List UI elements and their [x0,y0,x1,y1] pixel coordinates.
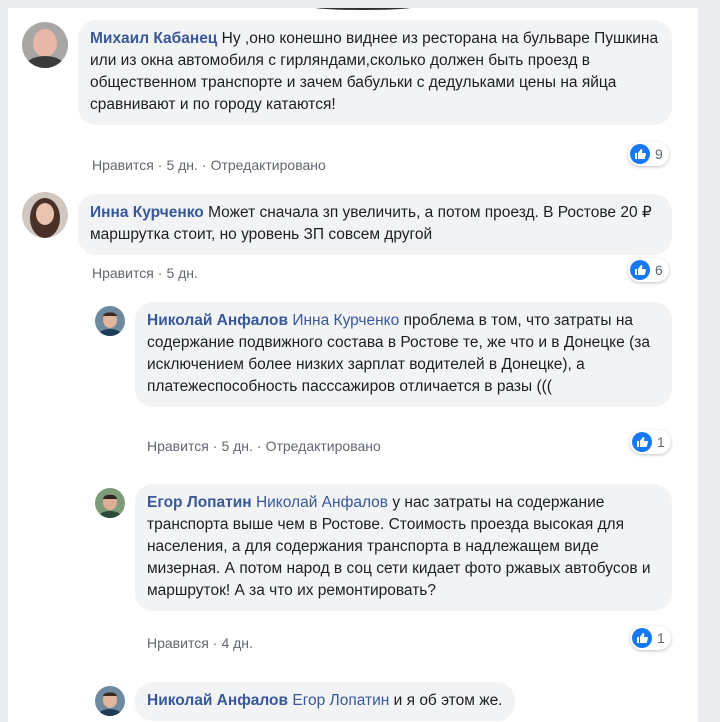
avatar[interactable] [95,306,125,336]
thumbs-up-icon [630,260,650,280]
comment-text: и я об этом же. [389,692,503,709]
edited-label: Отредактировано [265,438,381,454]
thumbs-up-icon [632,628,652,648]
comment-actions: Нравится · 5 дн. [92,265,198,281]
comment-bubble: Егор Лопатин Николай Анфалов у нас затра… [135,484,672,611]
comment-bubble: Николай Анфалов Егор Лопатин и я об этом… [135,682,515,721]
thumbs-up-icon [632,432,652,452]
reaction-count[interactable]: 1 [630,430,671,454]
mention-link[interactable]: Николай Анфалов [256,494,388,511]
like-link[interactable]: Нравится [147,438,209,454]
comment-actions: Нравится · 5 дн. · Отредактировано [92,157,326,173]
comment-time[interactable]: 5 дн. [166,265,197,281]
comment: Инна Курченко Может сначала зп увеличить… [8,188,698,293]
comment: Михаил Кабанец Ну ,оно конешно виднее из… [8,8,698,183]
comments-panel: Михаил Кабанец Ну ,оно конешно виднее из… [8,8,698,722]
reaction-number: 9 [655,146,663,162]
comment-actions: Нравится · 4 дн. [147,635,253,651]
comment-time[interactable]: 5 дн. [221,438,252,454]
comment-author[interactable]: Николай Анфалов [147,312,288,329]
comment-author[interactable]: Николай Анфалов [147,692,288,709]
reaction-number: 1 [657,434,665,450]
comment-bubble: Михаил Кабанец Ну ,оно конешно виднее из… [78,20,672,125]
comment-time[interactable]: 4 дн. [221,635,252,651]
comment-bubble: Инна Курченко Может сначала зп увеличить… [78,194,672,255]
reaction-count[interactable]: 1 [630,626,671,650]
reaction-number: 1 [657,630,665,646]
mention-link[interactable]: Инна Курченко [292,312,399,329]
comment-actions: Нравится · 5 дн. · Отредактировано [147,438,381,454]
avatar[interactable] [22,22,68,68]
avatar[interactable] [95,686,125,716]
reply: Николай Анфалов Егор Лопатин и я об этом… [8,674,698,722]
edited-label: Отредактировано [210,157,326,173]
like-link[interactable]: Нравится [147,635,209,651]
like-link[interactable]: Нравится [92,157,154,173]
avatar[interactable] [95,488,125,518]
reaction-number: 6 [655,262,663,278]
reply: Николай Анфалов Инна Курченко проблема в… [8,298,698,468]
reaction-count[interactable]: 9 [628,142,669,166]
reaction-count[interactable]: 6 [628,258,669,282]
like-link[interactable]: Нравится [92,265,154,281]
comment-author[interactable]: Инна Курченко [90,204,204,221]
comment-time[interactable]: 5 дн. [166,157,197,173]
comment-bubble: Николай Анфалов Инна Курченко проблема в… [135,302,672,407]
avatar[interactable] [22,192,68,238]
mention-link[interactable]: Егор Лопатин [292,692,389,709]
reply: Егор Лопатин Николай Анфалов у нас затра… [8,474,698,664]
thumbs-up-icon [630,144,650,164]
comment-author[interactable]: Егор Лопатин [147,494,252,511]
comment-author[interactable]: Михаил Кабанец [90,30,217,47]
